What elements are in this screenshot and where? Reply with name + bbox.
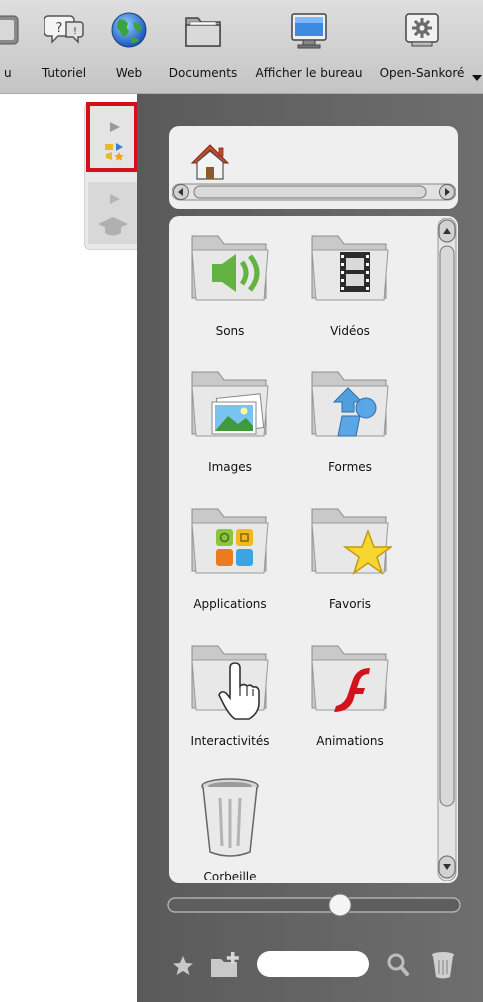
- open-sankore-gear-icon: [405, 13, 439, 47]
- folder-animations[interactable]: Animations: [294, 638, 406, 766]
- videos-film-icon: [311, 235, 389, 301]
- folder-images[interactable]: Images: [174, 364, 286, 492]
- thumbnail-size-slider[interactable]: [167, 893, 461, 917]
- folder-label: Images: [208, 460, 252, 474]
- add-favorite-star-icon[interactable]: [171, 954, 195, 978]
- folder-applications[interactable]: Applications: [174, 501, 286, 629]
- svg-text:?: ?: [56, 21, 63, 36]
- documents-folder-icon: [185, 17, 221, 47]
- folder-corbeille[interactable]: Corbeille: [174, 774, 286, 880]
- web-label: Web: [115, 66, 143, 80]
- tutorial-icon: ? !: [44, 15, 84, 44]
- scroll-thumb: [193, 185, 427, 199]
- trash-bin-icon: [201, 778, 259, 857]
- folder-label: Interactivités: [190, 734, 270, 748]
- home-icon[interactable]: [189, 142, 231, 182]
- folder-label: Animations: [316, 734, 384, 748]
- folder-label: Sons: [215, 324, 245, 338]
- main-toolbar: u ? ! Tutoriel Web Documents Afficher le…: [0, 0, 483, 94]
- favorites-star-icon: [311, 508, 392, 575]
- tutorial-label: Tutoriel: [41, 66, 87, 80]
- folder-interactivites[interactable]: Interactivités: [174, 638, 286, 766]
- library-tab-highlight: [86, 102, 138, 172]
- animations-flash-icon: [311, 645, 389, 712]
- new-folder-icon[interactable]: [209, 951, 243, 979]
- partial-icon: [0, 15, 19, 45]
- folder-videos[interactable]: Vidéos: [294, 228, 406, 356]
- show-desktop-button[interactable]: Afficher le bureau: [248, 0, 370, 93]
- scroll-thumb: [439, 245, 455, 807]
- folder-label: Favoris: [328, 597, 372, 611]
- images-picture-icon: [191, 371, 269, 437]
- folder-label: Vidéos: [330, 324, 370, 338]
- search-input[interactable]: [257, 951, 369, 977]
- folder-sons[interactable]: Sons: [174, 228, 286, 356]
- toolbar-partial-label: u: [4, 66, 12, 80]
- svg-text:!: !: [73, 26, 77, 37]
- sounds-speaker-icon: [191, 235, 269, 301]
- show-desktop-icon: [291, 13, 327, 49]
- shapes-icon: [311, 371, 389, 437]
- path-horizontal-scrollbar[interactable]: [172, 183, 456, 201]
- open-sankore-button[interactable]: Open-Sankoré: [374, 0, 470, 93]
- documents-button[interactable]: Documents: [166, 0, 240, 93]
- teacher-tab[interactable]: [88, 182, 138, 244]
- folder-favoris[interactable]: Favoris: [294, 501, 406, 629]
- open-sankore-label: Open-Sankoré: [379, 66, 465, 80]
- tutorial-button[interactable]: ? ! Tutoriel: [34, 0, 94, 93]
- web-button[interactable]: Web: [104, 0, 154, 93]
- folder-label: Formes: [328, 460, 372, 474]
- folder-label: Corbeille: [203, 870, 257, 880]
- slider-handle: [328, 893, 352, 917]
- toolbar-item-partial[interactable]: u: [0, 0, 22, 93]
- interactivities-hand-icon: [191, 645, 269, 720]
- folder-formes[interactable]: Formes: [294, 364, 406, 492]
- applications-icon: [191, 508, 269, 574]
- documents-label: Documents: [168, 66, 238, 80]
- show-desktop-label: Afficher le bureau: [255, 66, 363, 80]
- search-icon[interactable]: [386, 952, 410, 978]
- chevron-down-icon[interactable]: [472, 74, 482, 82]
- folder-vertical-scrollbar[interactable]: [437, 218, 457, 881]
- delete-trash-icon[interactable]: [428, 950, 458, 980]
- web-globe-icon: [111, 12, 147, 48]
- folder-label: Applications: [193, 597, 267, 611]
